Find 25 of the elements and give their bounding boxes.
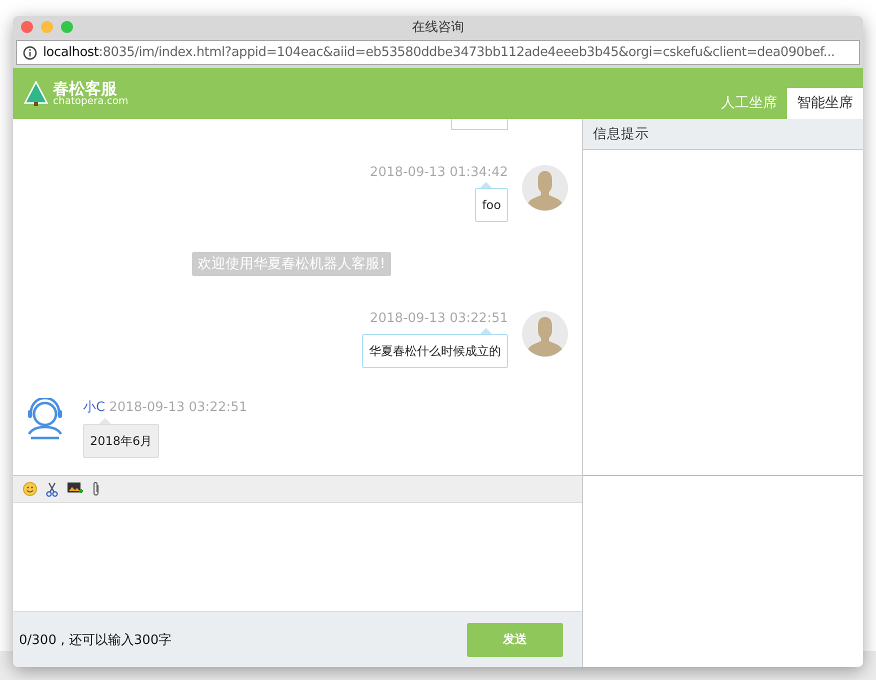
info-panel-title: 信息提示 bbox=[583, 119, 863, 150]
avatar-icon bbox=[522, 311, 568, 357]
window-title: 在线咨询 bbox=[412, 19, 464, 36]
character-counter: 0/300 , 还可以输入300字 bbox=[19, 632, 172, 648]
scissors-icon[interactable] bbox=[46, 482, 58, 496]
message-input[interactable] bbox=[13, 503, 582, 612]
message-time: 2018-09-13 03:22:51 bbox=[109, 400, 248, 415]
info-icon bbox=[23, 46, 37, 60]
logo-title: 春松客服 bbox=[53, 80, 117, 96]
logo-subtitle: chatopera.com bbox=[53, 96, 128, 106]
agent-avatar-icon bbox=[25, 398, 65, 440]
tree-logo-icon bbox=[23, 80, 49, 106]
avatar-icon bbox=[522, 165, 568, 211]
message-bubble: 华夏春松什么时候成立的 bbox=[362, 334, 508, 368]
tab[interactable]: 智能坐席 bbox=[787, 88, 863, 119]
address-bar[interactable]: localhost:8035/im/index.html?appid=104eac&aiid=eb53580ddbe3473bb112ade4eeeb3b45&orgi=cskefu&client=dea090bef... bbox=[16, 40, 860, 65]
emoji-icon[interactable] bbox=[23, 482, 37, 496]
message-bubble bbox=[451, 119, 508, 130]
message-bubble: foo bbox=[475, 188, 508, 222]
agent-name: 小C bbox=[83, 399, 106, 416]
message-time: 2018-09-13 01:34:42 bbox=[370, 165, 508, 180]
message-bubble: 2018年6月 bbox=[83, 424, 160, 458]
paperclip-icon[interactable] bbox=[92, 481, 101, 497]
message-time: 2018-09-13 03:22:51 bbox=[370, 311, 508, 326]
add-image-icon[interactable] bbox=[67, 482, 83, 496]
